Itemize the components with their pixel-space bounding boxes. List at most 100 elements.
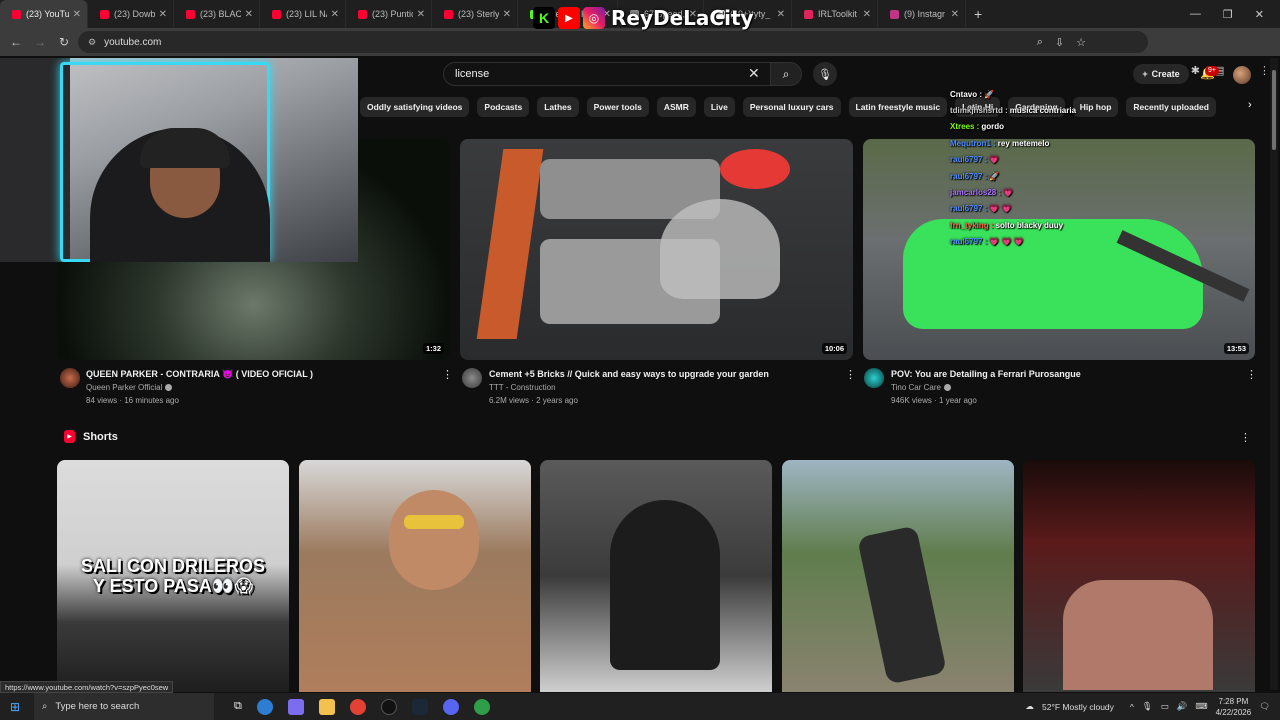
- browser-tab[interactable]: (23) YouTube ✕: [0, 0, 88, 28]
- chat-message: Xtrees : gordo: [950, 119, 1250, 135]
- taskbar-search[interactable]: ⌕ Type here to search: [34, 693, 214, 720]
- bookmark-star-icon[interactable]: ☆: [1076, 36, 1086, 49]
- video-duration: 13:53: [1223, 343, 1249, 354]
- clock[interactable]: 7:28 PM 4/22/2026: [1216, 696, 1252, 718]
- chat-username: Mequtron1 :: [950, 138, 996, 148]
- short-thumbnail[interactable]: [1023, 460, 1255, 692]
- omnibox[interactable]: ⚙ youtube.com ⌕ ⇩ ☆: [78, 31, 1148, 53]
- tab-label: (23) Sterly: [458, 9, 499, 19]
- video-title[interactable]: QUEEN PARKER - CONTRARIA 👿 ( VIDEO OFICI…: [86, 369, 313, 380]
- tab-close-icon[interactable]: ✕: [417, 9, 425, 20]
- forward-icon[interactable]: →: [28, 35, 52, 49]
- chat-username: tdimkjhshsrtd :: [950, 106, 1008, 116]
- more-options-icon[interactable]: ⋮: [1240, 431, 1251, 444]
- chrome-icon[interactable]: [349, 698, 366, 715]
- notifications-icon[interactable]: 🗨: [1259, 701, 1270, 712]
- video-thumbnail[interactable]: 10:06: [460, 139, 853, 360]
- create-button[interactable]: + Create: [1133, 64, 1189, 84]
- site-info-icon[interactable]: ⚙: [88, 37, 96, 48]
- file-explorer-icon[interactable]: [318, 698, 335, 715]
- discord-icon[interactable]: [442, 698, 459, 715]
- minimize-icon[interactable]: —: [1190, 8, 1201, 20]
- steam-icon[interactable]: [411, 698, 428, 715]
- keyboard-icon[interactable]: ⌨: [1195, 701, 1207, 712]
- tab-close-icon[interactable]: ✕: [159, 9, 167, 20]
- chat-username: frn_tyking :: [950, 220, 994, 230]
- browser-tab[interactable]: (9) Instagr ✕: [878, 0, 966, 28]
- account-avatar[interactable]: [1233, 66, 1251, 84]
- browser-tab[interactable]: (23) LIL NA ✕: [260, 0, 346, 28]
- filter-chip[interactable]: Lathes: [537, 97, 579, 117]
- short-thumbnail[interactable]: [782, 460, 1014, 692]
- brand-name: ReyDeLaCity: [611, 6, 754, 30]
- short-thumbnail[interactable]: [299, 460, 531, 692]
- chat-message: raul6797 : 🚀: [950, 168, 1250, 184]
- voice-search-button[interactable]: 🎙: [813, 62, 837, 86]
- verified-icon: [165, 384, 173, 392]
- chat-username: Cntavo :: [950, 89, 982, 99]
- browser-tab[interactable]: (23) Puntic ✕: [346, 0, 432, 28]
- url-text: youtube.com: [104, 36, 162, 48]
- mic-icon: 🎙: [818, 68, 832, 81]
- more-options-icon[interactable]: ⋮: [442, 368, 453, 381]
- short-thumbnail[interactable]: SALI CON DRILEROS Y ESTO PASA👀😱: [57, 460, 289, 692]
- task-view-icon[interactable]: ⧉: [234, 700, 242, 713]
- search-button[interactable]: ⌕: [770, 62, 802, 86]
- tab-close-icon[interactable]: ✕: [503, 9, 511, 20]
- chat-username: raul6797 :: [950, 171, 988, 181]
- browser-tab[interactable]: IRLToolkit ✕: [792, 0, 878, 28]
- tray-chevron-icon[interactable]: ^: [1130, 702, 1134, 712]
- filter-chip[interactable]: Personal luxury cars: [742, 97, 841, 117]
- channel-name[interactable]: Queen Parker Official: [86, 383, 173, 392]
- filter-chip[interactable]: Oddly satisfying videos: [360, 97, 470, 117]
- browser-tab[interactable]: (23) Dowb ✕: [88, 0, 174, 28]
- page-scrollbar[interactable]: [1270, 58, 1278, 690]
- close-window-icon[interactable]: ✕: [1255, 8, 1264, 21]
- browser-menu-icon[interactable]: ⋮: [1259, 64, 1270, 77]
- filter-chip[interactable]: Podcasts: [477, 97, 530, 117]
- filter-chip[interactable]: Power tools: [586, 97, 649, 117]
- scrollbar-thumb[interactable]: [1272, 70, 1276, 150]
- more-options-icon[interactable]: ⋮: [845, 368, 856, 381]
- microphone-icon[interactable]: 🎙: [1142, 701, 1153, 712]
- weather-text[interactable]: 52°F Mostly cloudy: [1042, 702, 1114, 712]
- channel-avatar[interactable]: [462, 368, 482, 388]
- search-input[interactable]: license: [443, 62, 774, 86]
- clear-search-icon[interactable]: ✕: [748, 65, 760, 82]
- restore-icon[interactable]: ❐: [1223, 8, 1233, 21]
- video-duration: 1:32: [422, 343, 444, 354]
- chrome-profile-icon[interactable]: [473, 698, 490, 715]
- channel-name[interactable]: TTT - Construction: [489, 383, 556, 392]
- install-icon[interactable]: ⇩: [1055, 36, 1064, 49]
- browser-tab[interactable]: (23) Sterly ✕: [432, 0, 518, 28]
- extensions-icon[interactable]: ✱: [1191, 64, 1200, 77]
- tab-close-icon[interactable]: ✕: [777, 9, 785, 20]
- windows-start-icon[interactable]: ⊞: [0, 700, 30, 714]
- link-status-url: https://www.youtube.com/watch?v=szpPyec0…: [0, 681, 174, 693]
- filter-chip[interactable]: ASMR: [656, 97, 696, 117]
- channel-name[interactable]: Tino Car Care: [891, 383, 951, 392]
- filter-chip[interactable]: Latin freestyle music: [848, 97, 948, 117]
- copilot-icon[interactable]: [287, 698, 304, 715]
- channel-avatar[interactable]: [864, 368, 884, 388]
- tab-close-icon[interactable]: ✕: [951, 9, 959, 20]
- edge-icon[interactable]: [256, 698, 273, 715]
- reload-icon[interactable]: ↻: [52, 35, 76, 49]
- tab-close-icon[interactable]: ✕: [863, 9, 871, 20]
- back-icon[interactable]: ←: [4, 35, 28, 49]
- tab-close-icon[interactable]: ✕: [331, 9, 339, 20]
- obs-icon[interactable]: [380, 698, 397, 715]
- browser-tab[interactable]: (23) BLACK ✕: [174, 0, 260, 28]
- tab-close-icon[interactable]: ✕: [73, 9, 81, 20]
- new-tab-button[interactable]: +: [974, 6, 982, 22]
- filter-chip[interactable]: Live: [703, 97, 735, 117]
- tab-close-icon[interactable]: ✕: [245, 9, 253, 20]
- volume-icon[interactable]: 🔊: [1177, 701, 1188, 712]
- video-title[interactable]: Cement +5 Bricks // Quick and easy ways …: [489, 369, 769, 379]
- zoom-icon[interactable]: ⌕: [1037, 36, 1043, 49]
- channel-avatar[interactable]: [60, 368, 80, 388]
- network-icon[interactable]: ▭: [1161, 701, 1169, 712]
- more-options-icon[interactable]: ⋮: [1246, 368, 1257, 381]
- short-thumbnail[interactable]: [540, 460, 772, 692]
- video-title[interactable]: POV: You are Detailing a Ferrari Purosan…: [891, 369, 1081, 379]
